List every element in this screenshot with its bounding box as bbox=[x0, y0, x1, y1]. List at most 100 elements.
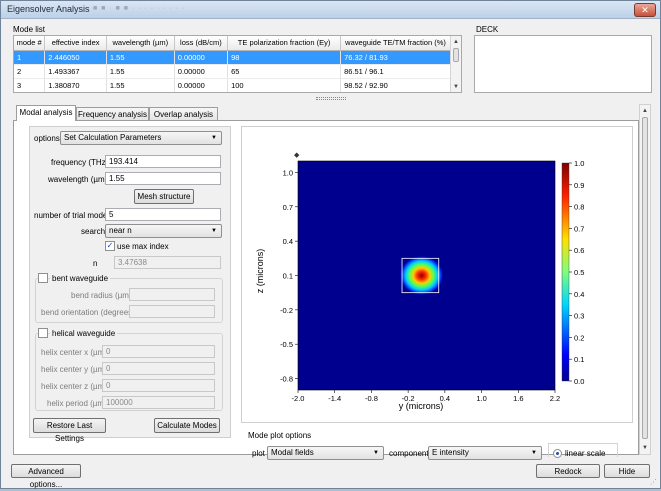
helix-center-x-input[interactable]: 0 bbox=[102, 345, 215, 358]
table-cell: 2.446050 bbox=[44, 50, 107, 65]
helix-period-label: helix period (µm) bbox=[47, 399, 107, 408]
content-scrollbar[interactable]: ▲ ▼ bbox=[639, 104, 651, 455]
y-tick-label: -0.5 bbox=[280, 340, 293, 349]
window-title-blurred: ■ ■ · ■ ■ · · · · · · · · · bbox=[93, 5, 186, 12]
table-row[interactable]: 3 1.380870 1.55 0.00000 100 98.52 / 92.90 bbox=[14, 78, 451, 92]
colorbar-tick-label: 0.4 bbox=[574, 290, 584, 299]
helical-waveguide-label: helical waveguide bbox=[50, 329, 118, 338]
frequency-label: frequency (THz) bbox=[51, 158, 109, 167]
column-header[interactable]: mode # bbox=[14, 36, 46, 51]
helix-center-x-label: helix center x (µm) bbox=[41, 348, 107, 357]
y-tick-label: -0.8 bbox=[280, 375, 293, 384]
n-input[interactable]: 3.47638 bbox=[114, 256, 221, 269]
table-cell: 98 bbox=[227, 50, 342, 65]
helical-waveguide-checkbox[interactable] bbox=[38, 328, 48, 338]
component-label: component bbox=[389, 449, 429, 458]
x-tick-label: 2.2 bbox=[550, 394, 560, 403]
trial-modes-input[interactable]: 5 bbox=[105, 208, 221, 221]
table-cell: 1.55 bbox=[106, 78, 175, 92]
table-cell: 65 bbox=[227, 64, 342, 79]
advanced-options-button[interactable]: Advanced options... bbox=[11, 464, 81, 489]
splitter-handle[interactable] bbox=[316, 97, 346, 100]
helix-center-z-label: helix center z (µm) bbox=[41, 382, 107, 391]
table-row[interactable]: 2 1.493367 1.55 0.00000 65 86.51 / 96.1 bbox=[14, 64, 451, 79]
options-dropdown[interactable]: Set Calculation Parameters ▼ bbox=[60, 131, 222, 145]
colorbar-tick-label: 0.7 bbox=[574, 224, 584, 233]
x-tick-label: -0.8 bbox=[365, 394, 378, 403]
colorbar-tick-label: 1.0 bbox=[574, 159, 584, 168]
search-label: search bbox=[81, 227, 106, 236]
x-tick-label: -2.0 bbox=[292, 394, 305, 403]
content-scroll-down-icon[interactable]: ▼ bbox=[640, 442, 650, 454]
wavelength-input[interactable]: 1.55 bbox=[105, 172, 221, 185]
hide-button[interactable]: Hide bbox=[604, 464, 650, 478]
column-header[interactable]: waveguide TE/TM fraction (%) bbox=[340, 36, 451, 51]
table-cell: 100 bbox=[227, 78, 342, 92]
table-cell: 2 bbox=[14, 64, 46, 79]
tab-modal-analysis[interactable]: Modal analysis bbox=[16, 105, 76, 121]
use-max-index-checkbox[interactable]: ✓ bbox=[105, 241, 115, 251]
bend-orientation-input[interactable] bbox=[129, 305, 215, 318]
table-row[interactable]: 1 2.446050 1.55 0.00000 98 76.32 / 81.93 bbox=[14, 50, 451, 65]
chevron-down-icon: ▼ bbox=[211, 228, 217, 234]
chevron-down-icon: ▼ bbox=[373, 450, 379, 456]
frequency-input[interactable]: 193.414 bbox=[105, 155, 221, 168]
scroll-thumb[interactable] bbox=[453, 48, 459, 62]
y-tick-label: 0.7 bbox=[283, 203, 293, 212]
tab-frequency-analysis[interactable]: Frequency analysis bbox=[76, 107, 149, 121]
tab-overlap-analysis[interactable]: Overlap analysis bbox=[149, 107, 218, 121]
table-cell: 1.493367 bbox=[44, 64, 107, 79]
mode-field-heatmap[interactable]: -2.0 -1.4 -0.8 -0.2 0.4 1.0 1.6 2.2 1.0 0.7 0.4 0.… bbox=[241, 151, 631, 423]
window-close-button[interactable]: ✕ bbox=[634, 3, 656, 17]
scroll-up-icon[interactable]: ▲ bbox=[451, 36, 461, 48]
column-header[interactable]: wavelength (µm) bbox=[106, 36, 175, 51]
mode-list-label: Mode list bbox=[13, 25, 46, 34]
trial-modes-label: number of trial modes bbox=[34, 211, 112, 220]
table-cell: 1.55 bbox=[106, 64, 175, 79]
helix-period-input[interactable]: 100000 bbox=[102, 396, 215, 409]
content-scroll-thumb[interactable] bbox=[642, 117, 648, 439]
search-dropdown[interactable]: near n ▼ bbox=[105, 224, 222, 238]
n-label: n bbox=[93, 259, 98, 268]
use-max-index-label: use max index bbox=[117, 242, 169, 251]
colorbar bbox=[561, 162, 570, 382]
component-dropdown[interactable]: E intensity ▼ bbox=[428, 446, 542, 460]
table-cell: 1 bbox=[14, 50, 46, 65]
bend-radius-label: bend radius (µm) bbox=[71, 291, 132, 300]
table-cell: 0.00000 bbox=[174, 78, 229, 92]
linear-scale-radio[interactable] bbox=[553, 449, 562, 458]
bent-waveguide-checkbox[interactable] bbox=[38, 273, 48, 283]
calculate-modes-button[interactable]: Calculate Modes bbox=[154, 418, 220, 433]
colorbar-tick-label: 0.2 bbox=[574, 333, 584, 342]
mesh-structure-button[interactable]: Mesh structure bbox=[134, 189, 194, 204]
y-tick-label: 1.0 bbox=[283, 168, 293, 177]
component-dropdown-value: E intensity bbox=[432, 448, 469, 457]
scroll-down-icon[interactable]: ▼ bbox=[451, 81, 461, 92]
column-header[interactable]: TE polarization fraction (Ey) bbox=[227, 36, 342, 51]
mode-field-peak bbox=[399, 255, 444, 296]
column-header[interactable]: effective index bbox=[44, 36, 107, 51]
redock-button[interactable]: Redock bbox=[536, 464, 600, 478]
table-cell: 1.380870 bbox=[44, 78, 107, 92]
colorbar-tick-label: 0.9 bbox=[574, 181, 584, 190]
mode-list-scrollbar[interactable]: ▲ ▼ bbox=[450, 36, 461, 92]
content-scroll-up-icon[interactable]: ▲ bbox=[640, 105, 650, 117]
plot-dropdown[interactable]: Modal fields ▼ bbox=[267, 446, 384, 460]
helix-center-z-input[interactable]: 0 bbox=[102, 379, 215, 392]
bent-waveguide-label: bent waveguide bbox=[50, 274, 111, 283]
helix-center-y-label: helix center y (µm) bbox=[41, 365, 107, 374]
table-cell: 3 bbox=[14, 78, 46, 92]
eigensolver-window: Eigensolver Analysis ■ ■ · ■ ■ · · · · ·… bbox=[0, 0, 661, 489]
resize-grip-icon[interactable]: ⋰ bbox=[650, 478, 658, 486]
deck-panel[interactable] bbox=[474, 35, 652, 93]
helix-center-y-input[interactable]: 0 bbox=[102, 362, 215, 375]
table-cell: 76.32 / 81.93 bbox=[340, 50, 451, 65]
mode-list-table[interactable]: mode # effective index wavelength (µm) loss… bbox=[13, 35, 462, 93]
x-tick-label: -1.4 bbox=[328, 394, 341, 403]
restore-last-settings-button[interactable]: Restore Last Settings bbox=[33, 418, 106, 443]
title-bar[interactable]: Eigensolver Analysis ■ ■ · ■ ■ · · · · ·… bbox=[1, 1, 660, 19]
table-cell: 86.51 / 96.1 bbox=[340, 64, 451, 79]
column-header[interactable]: loss (dB/cm) bbox=[174, 36, 229, 51]
bend-radius-input[interactable] bbox=[129, 288, 215, 301]
table-cell: 1.55 bbox=[106, 50, 175, 65]
